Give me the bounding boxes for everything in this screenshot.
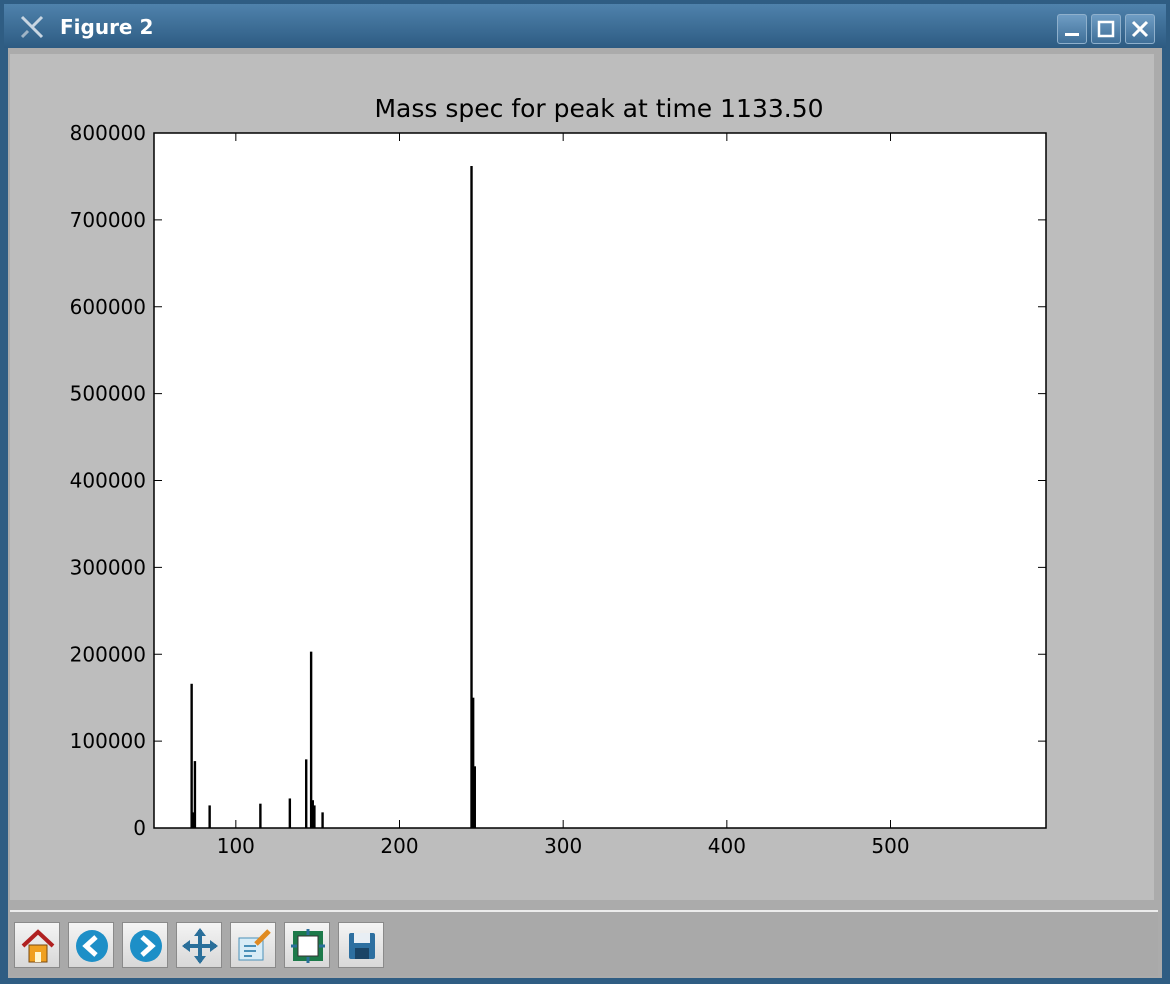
y-tick-label: 600000 [70,295,146,319]
app-icon [20,15,44,39]
forward-button[interactable] [122,922,168,968]
navigation-toolbar [10,910,1158,976]
bar-246 [473,766,476,828]
close-button[interactable] [1125,14,1155,44]
pan-button[interactable] [176,922,222,968]
bar-84 [208,805,211,828]
save-button[interactable] [338,922,384,968]
bar-153 [321,812,324,828]
y-tick-label: 0 [133,816,146,840]
back-button[interactable] [68,922,114,968]
zoom-rect-icon [238,929,271,961]
y-tick-label: 800000 [70,121,146,145]
pan-icon [182,928,218,964]
maximize-icon [1097,20,1115,38]
y-tick-label: 700000 [70,208,146,232]
bar-75 [193,761,197,828]
back-arrow-icon [76,930,108,962]
y-tick-label: 300000 [70,555,146,579]
home-button[interactable] [14,922,60,968]
bar-148 [313,805,316,828]
bar-143 [305,759,308,828]
plot-svg: Mass spec for peak at time 1133.50 100 20… [70,94,1047,858]
close-icon [1131,20,1149,38]
figure-canvas[interactable]: Mass spec for peak at time 1133.50 100 20… [10,54,1154,900]
x-tick-label: 200 [380,834,418,858]
bar-73 [190,683,193,828]
figure-window: Figure 2 Mass spec for peak at time 1133… [0,0,1170,984]
zoom-button[interactable] [230,922,276,968]
subplots-button[interactable] [284,922,330,968]
y-tick-label: 100000 [70,729,146,753]
subplots-icon [291,929,325,963]
maximize-button[interactable] [1091,14,1121,44]
axes-area [153,132,1047,829]
home-icon [21,929,55,963]
minimize-icon [1065,33,1079,36]
window-title: Figure 2 [60,15,154,39]
bar-115 [259,803,262,828]
x-tick-label: 100 [217,834,255,858]
bar-133 [288,798,292,828]
y-tick-label: 200000 [70,642,146,666]
y-tick-label: 400000 [70,469,146,493]
save-icon [349,933,375,959]
x-tick-label: 400 [708,834,746,858]
x-tick-label: 500 [871,834,909,858]
title-bar[interactable]: Figure 2 [4,4,1166,48]
minimize-button[interactable] [1057,14,1087,44]
forward-arrow-icon [130,930,162,962]
y-tick-label: 500000 [70,382,146,406]
chart-title: Mass spec for peak at time 1133.50 [374,94,823,123]
x-tick-label: 300 [544,834,582,858]
